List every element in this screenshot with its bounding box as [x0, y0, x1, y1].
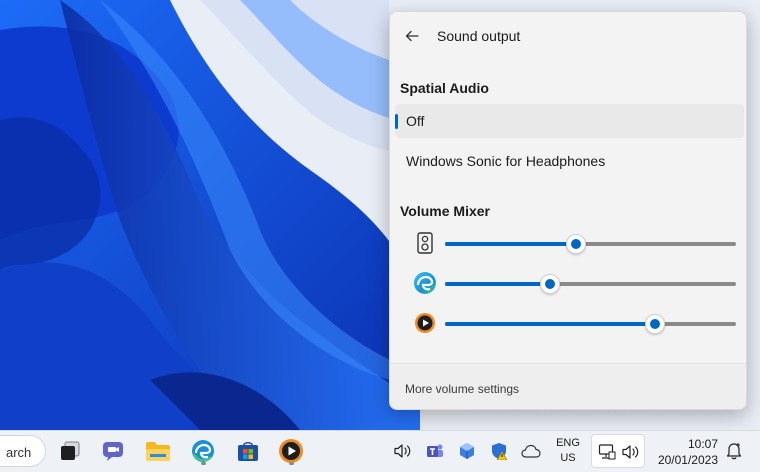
selected-indicator — [395, 114, 398, 129]
tray-network-app-button[interactable] — [456, 440, 478, 462]
notification-center-button[interactable] — [724, 440, 744, 462]
slider-fill — [445, 242, 576, 246]
volume-icon — [394, 444, 411, 458]
flyout-header: Sound output — [390, 12, 746, 60]
file-explorer-button[interactable] — [143, 436, 173, 466]
task-view-icon — [61, 441, 80, 460]
option-label: Off — [406, 113, 425, 129]
task-view-button[interactable] — [55, 436, 85, 466]
teams-chat-icon — [103, 442, 123, 461]
slider-thumb[interactable] — [565, 234, 586, 254]
tray-onedrive-button[interactable] — [520, 440, 542, 462]
taskbar: arch ENG US 10:07 20/01/2023 — [0, 430, 760, 472]
mixer-row-media-player — [412, 310, 742, 336]
file-explorer-icon — [146, 442, 170, 461]
flyout-title: Sound output — [437, 28, 521, 44]
media-player-icon — [279, 439, 303, 463]
edge-icon — [192, 440, 214, 462]
edge-icon — [412, 270, 438, 296]
volume-slider-edge[interactable] — [445, 274, 736, 294]
mixer-row-edge — [412, 270, 742, 296]
spatial-option-off[interactable]: Off — [395, 104, 744, 138]
back-button[interactable] — [400, 24, 424, 48]
taskbar-search-box[interactable]: arch — [0, 435, 46, 467]
slider-fill — [445, 322, 655, 326]
network-icon — [460, 443, 474, 459]
clock-time: 10:07 — [687, 437, 718, 451]
search-label: arch — [6, 445, 32, 460]
onedrive-icon — [521, 444, 541, 458]
running-indicator — [201, 462, 206, 465]
teams-chat-button[interactable] — [98, 436, 128, 466]
volume-mixer-heading: Volume Mixer — [400, 203, 490, 219]
clock-date: 20/01/2023 — [657, 453, 718, 467]
teams-icon — [427, 444, 443, 457]
arrow-left-icon — [405, 30, 419, 42]
running-indicator — [289, 462, 294, 465]
spatial-option-windows-sonic[interactable]: Windows Sonic for Headphones — [395, 144, 744, 178]
tray-defender-button[interactable] — [488, 440, 510, 462]
taskbar-clock[interactable]: 10:07 20/01/2023 — [652, 436, 718, 468]
media-player-icon — [412, 310, 438, 336]
slider-thumb[interactable] — [644, 314, 665, 334]
bell-icon — [726, 443, 742, 460]
spatial-audio-heading: Spatial Audio — [400, 80, 489, 96]
language-code: ENG — [556, 437, 580, 449]
store-icon — [238, 441, 258, 461]
keyboard-layout-code: US — [560, 452, 576, 464]
tray-volume-button[interactable] — [392, 440, 414, 462]
mixer-row-speaker — [412, 230, 742, 256]
store-button[interactable] — [233, 436, 263, 466]
defender-icon — [492, 443, 508, 460]
quick-settings-button[interactable] — [591, 434, 645, 468]
speaker-icon — [412, 230, 438, 256]
more-volume-settings-link[interactable]: More volume settings — [405, 382, 519, 396]
flyout-footer: More volume settings — [390, 363, 746, 409]
option-label: Windows Sonic for Headphones — [406, 153, 606, 169]
volume-slider-speaker[interactable] — [445, 234, 736, 254]
slider-fill — [445, 282, 550, 286]
slider-thumb[interactable] — [539, 274, 560, 294]
volume-slider-media-player[interactable] — [445, 314, 736, 334]
network-ethernet-icon — [598, 444, 616, 460]
volume-icon — [622, 445, 639, 459]
input-language-indicator[interactable]: ENG US — [554, 436, 582, 466]
tray-teams-button[interactable] — [424, 440, 446, 462]
sound-output-flyout: Sound output Spatial Audio Off Windows S… — [389, 11, 747, 410]
